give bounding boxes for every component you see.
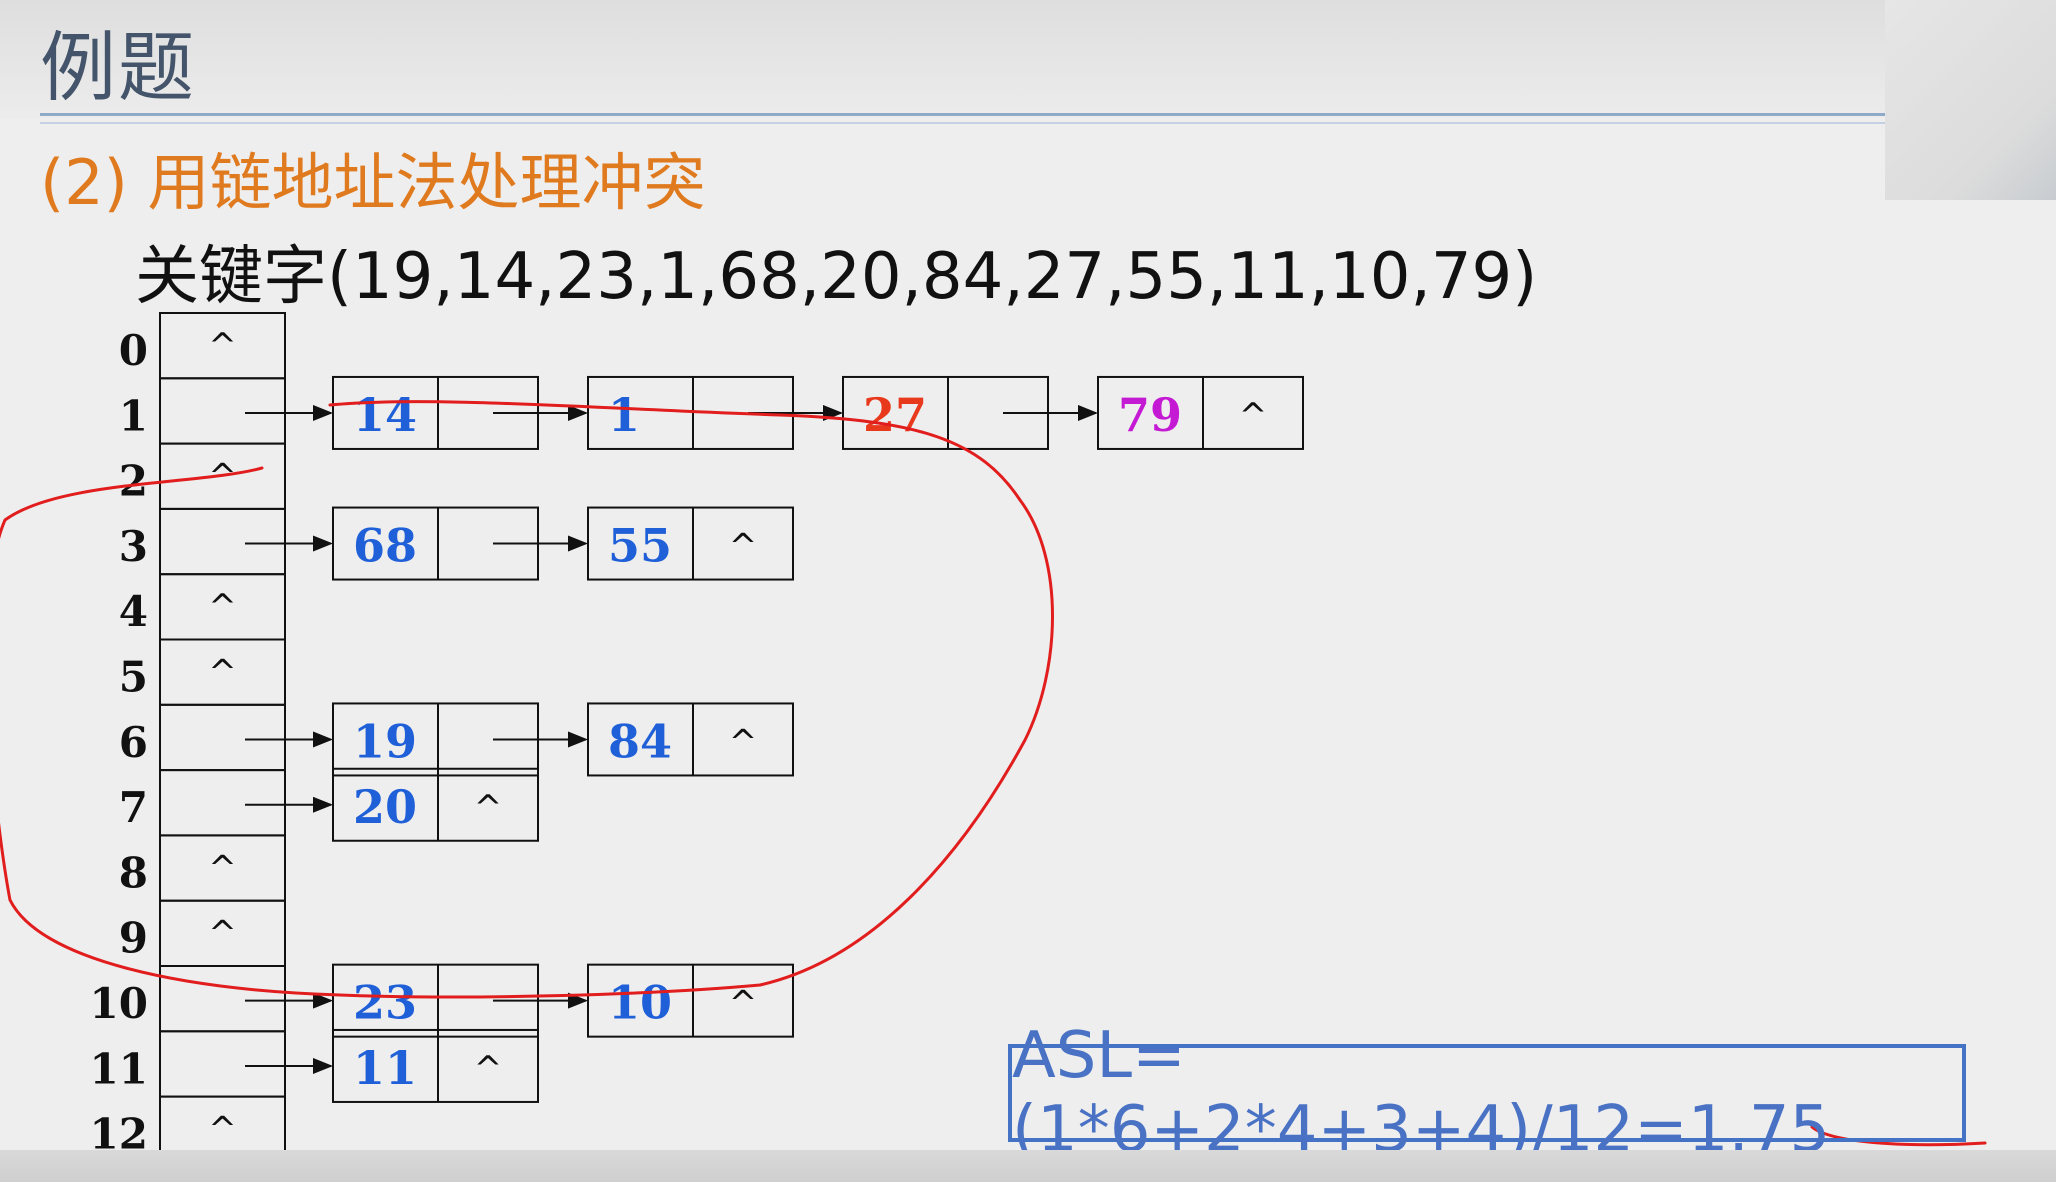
chain-node-10: 10 ^ bbox=[587, 963, 794, 1038]
null-pointer: ^ bbox=[729, 527, 758, 567]
slot-index-11: 11 bbox=[90, 1044, 148, 1093]
slot-index-9: 9 bbox=[119, 914, 148, 963]
hash-chain-diagram: ^^^^^^^ 0123456789101112 14 1 27 79 ^68 55 ^19… bbox=[0, 312, 1987, 1163]
node-key: 10 bbox=[608, 976, 672, 1030]
chain-node-84: 84 ^ bbox=[587, 702, 794, 777]
null-pointer: ^ bbox=[1239, 396, 1268, 436]
node-key: 84 bbox=[608, 714, 672, 768]
slot-index-0: 0 bbox=[119, 326, 148, 375]
table-slot-6 bbox=[159, 703, 286, 772]
slot-index-4: 4 bbox=[119, 587, 148, 636]
node-key: 27 bbox=[863, 388, 927, 442]
node-key: 20 bbox=[353, 780, 417, 834]
null-pointer: ^ bbox=[474, 1049, 503, 1089]
node-key: 68 bbox=[353, 519, 417, 573]
slot-index-6: 6 bbox=[119, 718, 148, 767]
node-key: 1 bbox=[608, 388, 640, 442]
chain-node-11: 11 ^ bbox=[332, 1028, 539, 1103]
chain-nodes: 14 1 27 79 ^ 68 55 ^ 19 84 ^ 20 ^ 23 10 ^ 11 ^ bbox=[245, 375, 1304, 1103]
null-pointer: ^ bbox=[208, 1110, 237, 1150]
asl-formula-box: ASL=(1*6+2*4+3+4)/12=1.75 bbox=[1008, 1019, 1966, 1167]
slot-index-10: 10 bbox=[90, 979, 148, 1028]
slot-index-7: 7 bbox=[119, 783, 148, 832]
null-pointer: ^ bbox=[208, 587, 237, 627]
node-key: 11 bbox=[353, 1041, 417, 1095]
table-slot-3 bbox=[159, 507, 286, 576]
slot-index-1: 1 bbox=[119, 391, 148, 440]
chain-node-79: 79 ^ bbox=[1097, 375, 1304, 450]
node-key: 79 bbox=[1118, 388, 1182, 442]
null-pointer: ^ bbox=[208, 914, 237, 954]
table-slot-7 bbox=[159, 769, 286, 837]
null-pointer: ^ bbox=[208, 653, 237, 693]
node-key: 23 bbox=[353, 976, 417, 1030]
node-key: 14 bbox=[353, 388, 417, 442]
node-key: 19 bbox=[353, 714, 417, 768]
slot-index-8: 8 bbox=[119, 848, 148, 897]
chain-node-55: 55 ^ bbox=[587, 506, 794, 581]
slot-index-labels: 0123456789101112 bbox=[90, 326, 148, 1159]
bottom-strip bbox=[0, 1150, 2056, 1182]
slot-index-2: 2 bbox=[119, 457, 148, 506]
chain-node-20: 20 ^ bbox=[332, 767, 539, 842]
null-pointer: ^ bbox=[208, 326, 237, 366]
null-pointer: ^ bbox=[474, 788, 503, 828]
asl-formula: ASL=(1*6+2*4+3+4)/12=1.75 bbox=[1012, 1019, 1831, 1167]
node-key: 55 bbox=[608, 519, 672, 573]
slot-index-3: 3 bbox=[119, 522, 148, 571]
null-pointer: ^ bbox=[729, 984, 758, 1024]
hand-drawn-loop bbox=[0, 400, 1054, 999]
null-pointer: ^ bbox=[729, 722, 758, 762]
table-slot-1 bbox=[159, 377, 286, 445]
table-slot-10 bbox=[159, 965, 286, 1033]
table-slot-11 bbox=[159, 1030, 286, 1098]
slot-index-5: 5 bbox=[119, 653, 148, 702]
hash-table: ^^^^^^^ bbox=[159, 312, 286, 1163]
null-pointer: ^ bbox=[208, 848, 237, 888]
